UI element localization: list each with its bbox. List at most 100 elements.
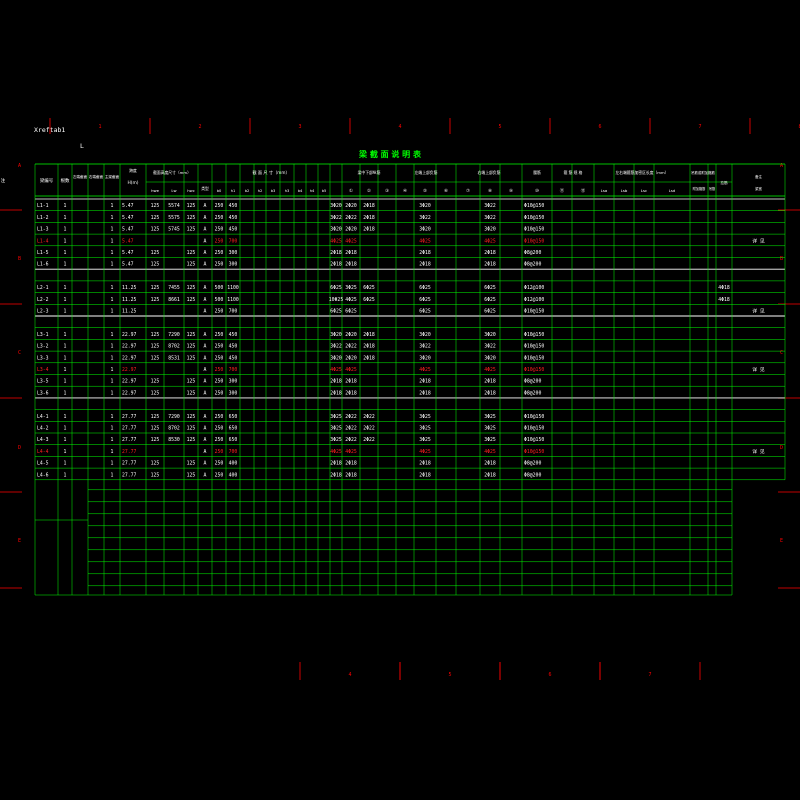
table-cell-h1: 400 bbox=[229, 472, 238, 478]
header-label: ⑥ bbox=[444, 188, 448, 194]
table-cell-c: 125 bbox=[187, 262, 196, 268]
header-label: ⑫ bbox=[581, 187, 586, 194]
table-cell-span: 27.77 bbox=[122, 426, 137, 432]
table-cell-r3: 6Φ25 bbox=[363, 297, 375, 303]
header-label: h4 bbox=[310, 189, 315, 193]
table-cell-a: 125 bbox=[151, 332, 160, 338]
table-cell-r1: 3Φ25 bbox=[330, 414, 342, 420]
table-cell-n: 1 bbox=[64, 238, 67, 244]
table-cell-b: 8702 bbox=[168, 426, 180, 432]
table-cell-n: 1 bbox=[64, 203, 67, 209]
table-cell-c: 125 bbox=[187, 203, 196, 209]
table-cell-b0: 250 bbox=[215, 250, 224, 256]
table-cell-r4: 2Φ18 bbox=[419, 472, 431, 478]
header-label: Lsc bbox=[641, 188, 647, 193]
table-cell-c: 125 bbox=[187, 437, 196, 443]
table-cell-b0: 250 bbox=[215, 437, 224, 443]
header-label: h1 bbox=[231, 189, 236, 193]
table-cell-r4: 3Φ25 bbox=[419, 426, 431, 432]
table-cell-type: A bbox=[204, 332, 207, 338]
table-cell-span: 11.25 bbox=[122, 297, 137, 303]
table-cell-r2: 6Φ25 bbox=[345, 309, 357, 315]
table-cell-r6: Φ10@150 bbox=[524, 437, 544, 443]
table-cell-r3: 2Φ22 bbox=[363, 426, 375, 432]
table-cell-r1: 2Φ18 bbox=[330, 472, 342, 478]
table-cell-r1: 4Φ25 bbox=[330, 238, 342, 244]
table-cell-r6: Φ10@150 bbox=[524, 332, 544, 338]
table-cell-type: A bbox=[204, 203, 207, 209]
table-cell-r6: Φ10@150 bbox=[524, 449, 544, 455]
table-cell-id: L3-3 bbox=[37, 355, 49, 361]
table-cell-r6: Φ10@150 bbox=[524, 426, 544, 432]
table-cell-g: 4Φ18 bbox=[718, 297, 730, 303]
table-cell-r1: 4Φ25 bbox=[330, 367, 342, 373]
table-cell-n: 1 bbox=[64, 461, 67, 467]
table-cell-t: 1 bbox=[111, 449, 114, 455]
table-cell-a: 125 bbox=[151, 414, 160, 420]
table-cell-n: 1 bbox=[64, 250, 67, 256]
table-cell-r5: 3Φ25 bbox=[484, 426, 496, 432]
column-marker-bottom: 4 bbox=[348, 672, 351, 678]
table-cell-n: 1 bbox=[64, 426, 67, 432]
table-cell-span: 27.77 bbox=[122, 414, 137, 420]
table-cell-n: 1 bbox=[64, 379, 67, 385]
table-cell-span: 27.77 bbox=[122, 437, 137, 443]
table-cell-r4: 3Φ20 bbox=[419, 332, 431, 338]
table-cell-b0: 500 bbox=[215, 297, 224, 303]
table-cell-n: 1 bbox=[64, 285, 67, 291]
table-cell-t: 1 bbox=[111, 390, 114, 396]
table-cell-r1: 3Φ22 bbox=[330, 215, 342, 221]
table-cell-t: 1 bbox=[111, 262, 114, 268]
table-cell-r3: 2Φ18 bbox=[363, 203, 375, 209]
header-label: b2 bbox=[245, 189, 250, 193]
column-marker-top: 1 bbox=[98, 124, 101, 130]
table-cell-id: L4-5 bbox=[37, 461, 49, 467]
table-cell-h1: 300 bbox=[229, 379, 238, 385]
table-cell-r2: 4Φ25 bbox=[345, 297, 357, 303]
header-label: 梁中下部纵筋 bbox=[358, 170, 381, 175]
table-cell-n: 1 bbox=[64, 355, 67, 361]
table-cell-t: 1 bbox=[111, 367, 114, 373]
table-cell-b0: 250 bbox=[215, 461, 224, 467]
table-cell-b0: 250 bbox=[215, 355, 224, 361]
table-cell-r4: 3Φ22 bbox=[419, 344, 431, 350]
table-cell-span: 22.97 bbox=[122, 390, 137, 396]
table-cell-r1: 2Φ18 bbox=[330, 379, 342, 385]
header-label: ⑤ bbox=[423, 188, 427, 194]
header-label: 吊筋或附加箍筋 bbox=[691, 170, 715, 175]
table-cell-b: 7290 bbox=[168, 414, 180, 420]
table-cell-type: A bbox=[204, 285, 207, 291]
table-cell-n: 1 bbox=[64, 390, 67, 396]
table-cell-r3: 2Φ18 bbox=[363, 215, 375, 221]
table-cell-h1: 650 bbox=[229, 426, 238, 432]
table-cell-r5: 2Φ18 bbox=[484, 390, 496, 396]
table-cell-span: 5.47 bbox=[122, 203, 134, 209]
table-cell-type: A bbox=[204, 215, 207, 221]
header-label: 右端截面 bbox=[89, 174, 104, 179]
table-cell-c: 125 bbox=[187, 390, 196, 396]
table-cell-id: L4-4 bbox=[37, 449, 49, 455]
table-cell-a: 125 bbox=[151, 426, 160, 432]
header-label: ② bbox=[367, 188, 371, 194]
table-cell-span: 11.25 bbox=[122, 309, 137, 315]
table-cell-c: 125 bbox=[187, 414, 196, 420]
table-cell-span: 5.47 bbox=[122, 262, 134, 268]
table-cell-r6: Φ10@150 bbox=[524, 215, 544, 221]
table-cell-h1: 300 bbox=[229, 250, 238, 256]
table-cell-g: 4Φ18 bbox=[718, 285, 730, 291]
table-cell-span: 22.97 bbox=[122, 367, 137, 373]
table-cell-a: 125 bbox=[151, 285, 160, 291]
table-cell-t: 1 bbox=[111, 437, 114, 443]
table-cell-n: 1 bbox=[64, 215, 67, 221]
table-cell-type: A bbox=[204, 309, 207, 315]
table-cell-r6: Φ8@200 bbox=[524, 262, 541, 268]
table-cell-h1: 300 bbox=[229, 262, 238, 268]
table-cell-span: 27.77 bbox=[122, 472, 137, 478]
table-cell-type: A bbox=[204, 437, 207, 443]
table-cell-b: 7290 bbox=[168, 332, 180, 338]
table-cell-r2: 2Φ22 bbox=[345, 215, 357, 221]
table-cell-h1: 1100 bbox=[227, 285, 239, 291]
table-cell-id: L2-2 bbox=[37, 297, 49, 303]
table-cell-r2: 2Φ20 bbox=[345, 332, 357, 338]
table-cell-r4: 2Φ18 bbox=[419, 262, 431, 268]
